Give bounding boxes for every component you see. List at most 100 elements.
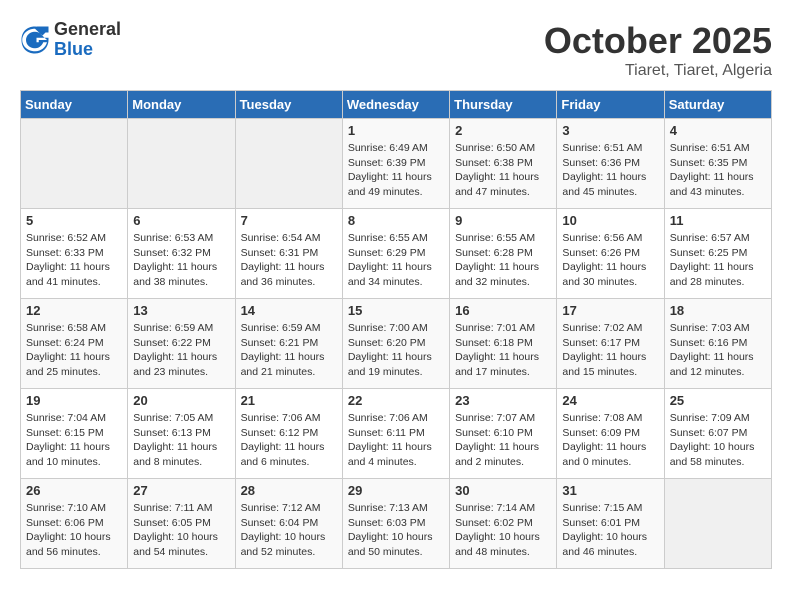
day-info: Sunrise: 7:02 AM Sunset: 6:17 PM Dayligh…: [562, 321, 658, 380]
month-title: October 2025: [544, 20, 772, 62]
day-info: Sunrise: 7:14 AM Sunset: 6:02 PM Dayligh…: [455, 501, 551, 560]
calendar-cell: [664, 479, 771, 569]
weekday-header-row: SundayMondayTuesdayWednesdayThursdayFrid…: [21, 91, 772, 119]
calendar-cell: 5Sunrise: 6:52 AM Sunset: 6:33 PM Daylig…: [21, 209, 128, 299]
day-number: 31: [562, 483, 658, 498]
day-info: Sunrise: 7:11 AM Sunset: 6:05 PM Dayligh…: [133, 501, 229, 560]
page-header: General Blue October 2025 Tiaret, Tiaret…: [20, 20, 772, 80]
day-info: Sunrise: 7:12 AM Sunset: 6:04 PM Dayligh…: [241, 501, 337, 560]
day-number: 17: [562, 303, 658, 318]
weekday-header: Wednesday: [342, 91, 449, 119]
day-number: 6: [133, 213, 229, 228]
calendar-cell: 19 Sunrise: 7:04 AM Sunset: 6:15 PM Dayli…: [21, 389, 128, 479]
calendar-cell: 14 Sunrise: 6:59 AM Sunset: 6:21 PM Dayli…: [235, 299, 342, 389]
calendar-cell: 3 Sunrise: 6:51 AM Sunset: 6:36 PM Daylig…: [557, 119, 664, 209]
day-number: 1: [348, 123, 444, 138]
calendar-table: SundayMondayTuesdayWednesdayThursdayFrid…: [20, 90, 772, 569]
day-info: Sunrise: 7:04 AM Sunset: 6:15 PM Dayligh…: [26, 411, 122, 470]
logo-text: General Blue: [54, 20, 121, 60]
calendar-cell: 7 Sunrise: 6:54 AM Sunset: 6:31 PM Daylig…: [235, 209, 342, 299]
calendar-cell: [235, 119, 342, 209]
day-number: 19: [26, 393, 122, 408]
calendar-week-row: 5Sunrise: 6:52 AM Sunset: 6:33 PM Daylig…: [21, 209, 772, 299]
calendar-cell: 22 Sunrise: 7:06 AM Sunset: 6:11 PM Dayli…: [342, 389, 449, 479]
weekday-header: Tuesday: [235, 91, 342, 119]
day-info: Sunrise: 7:10 AM Sunset: 6:06 PM Dayligh…: [26, 501, 122, 560]
calendar-cell: 20Sunrise: 7:05 AM Sunset: 6:13 PM Dayli…: [128, 389, 235, 479]
weekday-header: Thursday: [450, 91, 557, 119]
calendar-week-row: 1 Sunrise: 6:49 AM Sunset: 6:39 PM Daylig…: [21, 119, 772, 209]
day-number: 13: [133, 303, 229, 318]
day-info: Sunrise: 7:06 AM Sunset: 6:12 PM Dayligh…: [241, 411, 337, 470]
day-info: Sunrise: 6:53 AM Sunset: 6:32 PM Dayligh…: [133, 231, 229, 290]
day-number: 15: [348, 303, 444, 318]
logo-general: General: [54, 20, 121, 40]
calendar-cell: 29 Sunrise: 7:13 AM Sunset: 6:03 PM Dayli…: [342, 479, 449, 569]
logo-blue: Blue: [54, 40, 121, 60]
day-number: 22: [348, 393, 444, 408]
day-number: 16: [455, 303, 551, 318]
day-number: 26: [26, 483, 122, 498]
day-info: Sunrise: 7:07 AM Sunset: 6:10 PM Dayligh…: [455, 411, 551, 470]
calendar-week-row: 19 Sunrise: 7:04 AM Sunset: 6:15 PM Dayli…: [21, 389, 772, 479]
calendar-cell: 23Sunrise: 7:07 AM Sunset: 6:10 PM Dayli…: [450, 389, 557, 479]
day-number: 2: [455, 123, 551, 138]
logo: General Blue: [20, 20, 121, 60]
day-info: Sunrise: 6:56 AM Sunset: 6:26 PM Dayligh…: [562, 231, 658, 290]
calendar-cell: 25 Sunrise: 7:09 AM Sunset: 6:07 PM Dayli…: [664, 389, 771, 479]
day-number: 8: [348, 213, 444, 228]
day-number: 7: [241, 213, 337, 228]
day-info: Sunrise: 6:55 AM Sunset: 6:29 PM Dayligh…: [348, 231, 444, 290]
day-number: 29: [348, 483, 444, 498]
day-number: 11: [670, 213, 766, 228]
title-block: October 2025 Tiaret, Tiaret, Algeria: [544, 20, 772, 80]
day-number: 4: [670, 123, 766, 138]
calendar-cell: 30 Sunrise: 7:14 AM Sunset: 6:02 PM Dayli…: [450, 479, 557, 569]
day-number: 14: [241, 303, 337, 318]
calendar-week-row: 26 Sunrise: 7:10 AM Sunset: 6:06 PM Dayli…: [21, 479, 772, 569]
day-number: 25: [670, 393, 766, 408]
day-info: Sunrise: 7:09 AM Sunset: 6:07 PM Dayligh…: [670, 411, 766, 470]
day-info: Sunrise: 6:58 AM Sunset: 6:24 PM Dayligh…: [26, 321, 122, 380]
calendar-cell: 12 Sunrise: 6:58 AM Sunset: 6:24 PM Dayli…: [21, 299, 128, 389]
day-info: Sunrise: 7:06 AM Sunset: 6:11 PM Dayligh…: [348, 411, 444, 470]
location: Tiaret, Tiaret, Algeria: [544, 62, 772, 80]
calendar-cell: 18Sunrise: 7:03 AM Sunset: 6:16 PM Dayli…: [664, 299, 771, 389]
day-number: 18: [670, 303, 766, 318]
day-info: Sunrise: 6:51 AM Sunset: 6:36 PM Dayligh…: [562, 141, 658, 200]
day-info: Sunrise: 6:49 AM Sunset: 6:39 PM Dayligh…: [348, 141, 444, 200]
calendar-cell: [128, 119, 235, 209]
day-info: Sunrise: 7:08 AM Sunset: 6:09 PM Dayligh…: [562, 411, 658, 470]
calendar-cell: 31Sunrise: 7:15 AM Sunset: 6:01 PM Dayli…: [557, 479, 664, 569]
day-info: Sunrise: 6:54 AM Sunset: 6:31 PM Dayligh…: [241, 231, 337, 290]
calendar-cell: 1 Sunrise: 6:49 AM Sunset: 6:39 PM Daylig…: [342, 119, 449, 209]
day-info: Sunrise: 6:59 AM Sunset: 6:21 PM Dayligh…: [241, 321, 337, 380]
calendar-cell: 28 Sunrise: 7:12 AM Sunset: 6:04 PM Dayli…: [235, 479, 342, 569]
calendar-cell: 4 Sunrise: 6:51 AM Sunset: 6:35 PM Daylig…: [664, 119, 771, 209]
calendar-cell: 21 Sunrise: 7:06 AM Sunset: 6:12 PM Dayli…: [235, 389, 342, 479]
calendar-cell: 9Sunrise: 6:55 AM Sunset: 6:28 PM Daylig…: [450, 209, 557, 299]
weekday-header: Sunday: [21, 91, 128, 119]
day-number: 20: [133, 393, 229, 408]
day-number: 9: [455, 213, 551, 228]
calendar-cell: 2Sunrise: 6:50 AM Sunset: 6:38 PM Daylig…: [450, 119, 557, 209]
day-number: 24: [562, 393, 658, 408]
calendar-cell: 27 Sunrise: 7:11 AM Sunset: 6:05 PM Dayli…: [128, 479, 235, 569]
day-number: 21: [241, 393, 337, 408]
calendar-cell: 10Sunrise: 6:56 AM Sunset: 6:26 PM Dayli…: [557, 209, 664, 299]
day-number: 27: [133, 483, 229, 498]
day-info: Sunrise: 6:57 AM Sunset: 6:25 PM Dayligh…: [670, 231, 766, 290]
calendar-cell: 15Sunrise: 7:00 AM Sunset: 6:20 PM Dayli…: [342, 299, 449, 389]
calendar-cell: 16 Sunrise: 7:01 AM Sunset: 6:18 PM Dayli…: [450, 299, 557, 389]
day-number: 12: [26, 303, 122, 318]
day-info: Sunrise: 7:01 AM Sunset: 6:18 PM Dayligh…: [455, 321, 551, 380]
weekday-header: Monday: [128, 91, 235, 119]
day-number: 3: [562, 123, 658, 138]
day-info: Sunrise: 6:51 AM Sunset: 6:35 PM Dayligh…: [670, 141, 766, 200]
day-info: Sunrise: 7:13 AM Sunset: 6:03 PM Dayligh…: [348, 501, 444, 560]
calendar-cell: 6 Sunrise: 6:53 AM Sunset: 6:32 PM Daylig…: [128, 209, 235, 299]
day-number: 30: [455, 483, 551, 498]
calendar-cell: 8 Sunrise: 6:55 AM Sunset: 6:29 PM Daylig…: [342, 209, 449, 299]
day-info: Sunrise: 6:52 AM Sunset: 6:33 PM Dayligh…: [26, 231, 122, 290]
day-number: 28: [241, 483, 337, 498]
